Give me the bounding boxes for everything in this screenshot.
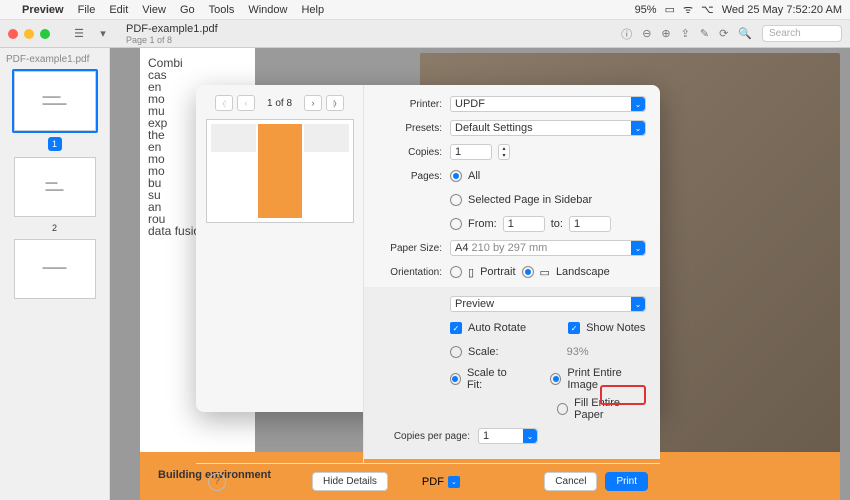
- copies-input[interactable]: 1: [450, 144, 492, 160]
- document-subtitle: Page 1 of 8: [126, 35, 218, 45]
- cancel-button[interactable]: Cancel: [544, 472, 597, 491]
- copies-per-page-label: Copies per page:: [370, 431, 478, 442]
- portrait-icon: ▯: [468, 266, 474, 279]
- sidebar-toggle-icon[interactable]: ☰: [70, 26, 88, 42]
- copies-label: Copies:: [370, 147, 450, 158]
- chevron-down-icon: ⌄: [448, 476, 460, 488]
- close-window-button[interactable]: [8, 29, 18, 39]
- print-preview-thumbnail: [206, 119, 354, 223]
- help-button[interactable]: ?: [208, 473, 226, 491]
- auto-rotate-checkbox[interactable]: [450, 322, 462, 334]
- print-entire-radio[interactable]: [550, 373, 561, 385]
- thumbnail-page-1[interactable]: ▬▬▬▬▬▬▬: [14, 71, 96, 131]
- menu-window[interactable]: Window: [248, 4, 287, 16]
- menu-help[interactable]: Help: [301, 4, 324, 16]
- prev-page-button[interactable]: ‹: [237, 95, 255, 111]
- chevron-down-icon: ⌄: [523, 429, 537, 443]
- print-preview-pane: ⦉ ‹ 1 of 8 › ⦊: [196, 85, 364, 463]
- menu-file[interactable]: File: [78, 4, 96, 16]
- menu-edit[interactable]: Edit: [109, 4, 128, 16]
- page-indicator: 1 of 8: [267, 98, 292, 109]
- minimize-window-button[interactable]: [24, 29, 34, 39]
- dialog-footer: ? Hide Details PDF⌄ Cancel Print: [196, 463, 660, 499]
- view-mode-icon[interactable]: ▾: [94, 26, 112, 42]
- printer-select[interactable]: UPDF⌄: [450, 96, 646, 112]
- pages-all-radio[interactable]: [450, 170, 462, 182]
- thumbnail-number-2: 2: [6, 223, 103, 233]
- share-icon[interactable]: ⇪: [681, 27, 690, 40]
- thumbnail-sidebar: PDF-example1.pdf ▬▬▬▬▬▬▬ 1 ▬▬▬▬▬ 2 ▬▬▬▬: [0, 48, 110, 500]
- menu-view[interactable]: View: [142, 4, 166, 16]
- pages-from-radio[interactable]: [450, 218, 462, 230]
- pages-to-input[interactable]: 1: [569, 216, 611, 232]
- rotate-icon[interactable]: ⟳: [719, 27, 728, 40]
- thumbnail-page-2[interactable]: ▬▬▬▬▬: [14, 157, 96, 217]
- zoom-window-button[interactable]: [40, 29, 50, 39]
- chevron-down-icon: ⌄: [631, 97, 645, 111]
- menu-go[interactable]: Go: [180, 4, 195, 16]
- battery-pct: 95%: [635, 4, 657, 16]
- clock[interactable]: Wed 25 May 7:52:20 AM: [722, 4, 842, 16]
- print-settings-pane: Printer: UPDF⌄ Presets: Default Settings…: [364, 85, 660, 463]
- print-button[interactable]: Print: [605, 472, 648, 491]
- chevron-down-icon: ⌄: [631, 297, 645, 311]
- scale-value: 93%: [567, 346, 589, 358]
- document-title-area: PDF-example1.pdf Page 1 of 8: [126, 23, 218, 45]
- wifi-icon[interactable]: ᯤ: [683, 2, 693, 17]
- scale-radio[interactable]: [450, 346, 462, 358]
- pages-from-input[interactable]: 1: [503, 216, 545, 232]
- presets-select[interactable]: Default Settings⌄: [450, 120, 646, 136]
- window-toolbar: ☰ ▾ PDF-example1.pdf Page 1 of 8 ⓘ ⊖ ⊕ ⇪…: [0, 20, 850, 48]
- chevron-down-icon: ⌄: [631, 121, 645, 135]
- orientation-label: Orientation:: [370, 267, 450, 278]
- hide-details-button[interactable]: Hide Details: [312, 472, 388, 491]
- traffic-lights: [8, 29, 50, 39]
- thumbnail-page-3[interactable]: ▬▬▬▬: [14, 239, 96, 299]
- status-area: 95% ▭ ᯤ ⌥ Wed 25 May 7:52:20 AM: [635, 2, 842, 17]
- zoom-out-icon[interactable]: ⊖: [642, 27, 651, 40]
- landscape-icon: ▭: [540, 266, 550, 279]
- scale-to-fit-radio[interactable]: [450, 373, 461, 385]
- info-icon[interactable]: ⓘ: [621, 26, 632, 42]
- printer-label: Printer:: [370, 99, 450, 110]
- search-input[interactable]: Search: [762, 25, 842, 42]
- thumbnail-number-1: 1: [48, 137, 62, 151]
- pages-selected-radio[interactable]: [450, 194, 462, 206]
- search-icon: 🔍: [738, 27, 752, 40]
- presets-label: Presets:: [370, 123, 450, 134]
- landscape-radio[interactable]: [522, 266, 534, 278]
- copies-per-page-select[interactable]: 1⌄: [478, 428, 538, 444]
- zoom-in-icon[interactable]: ⊕: [661, 27, 670, 40]
- fill-entire-radio[interactable]: [557, 403, 568, 415]
- app-name[interactable]: Preview: [22, 4, 64, 16]
- menu-tools[interactable]: Tools: [209, 4, 235, 16]
- next-page-button[interactable]: ›: [304, 95, 322, 111]
- chevron-down-icon: ⌄: [631, 241, 645, 255]
- copies-stepper[interactable]: ▴▾: [498, 144, 510, 160]
- section-select[interactable]: Preview⌄: [450, 296, 646, 312]
- first-page-button[interactable]: ⦉: [215, 95, 233, 111]
- print-dialog: ⦉ ‹ 1 of 8 › ⦊ Printer: UPDF⌄ Presets: D…: [196, 85, 660, 412]
- portrait-radio[interactable]: [450, 266, 462, 278]
- show-notes-checkbox[interactable]: [568, 322, 580, 334]
- paper-size-label: Paper Size:: [370, 243, 450, 254]
- pages-label: Pages:: [370, 171, 450, 182]
- control-center-icon[interactable]: ⌥: [701, 3, 714, 16]
- pdf-dropdown[interactable]: PDF⌄: [422, 476, 460, 488]
- battery-icon: ▭: [665, 3, 675, 16]
- markup-icon[interactable]: ✎: [700, 27, 709, 40]
- menubar: Preview File Edit View Go Tools Window H…: [0, 0, 850, 20]
- document-title: PDF-example1.pdf: [126, 23, 218, 35]
- last-page-button[interactable]: ⦊: [326, 95, 344, 111]
- sidebar-title: PDF-example1.pdf: [6, 54, 103, 65]
- paper-size-select[interactable]: A4 210 by 297 mm⌄: [450, 240, 646, 256]
